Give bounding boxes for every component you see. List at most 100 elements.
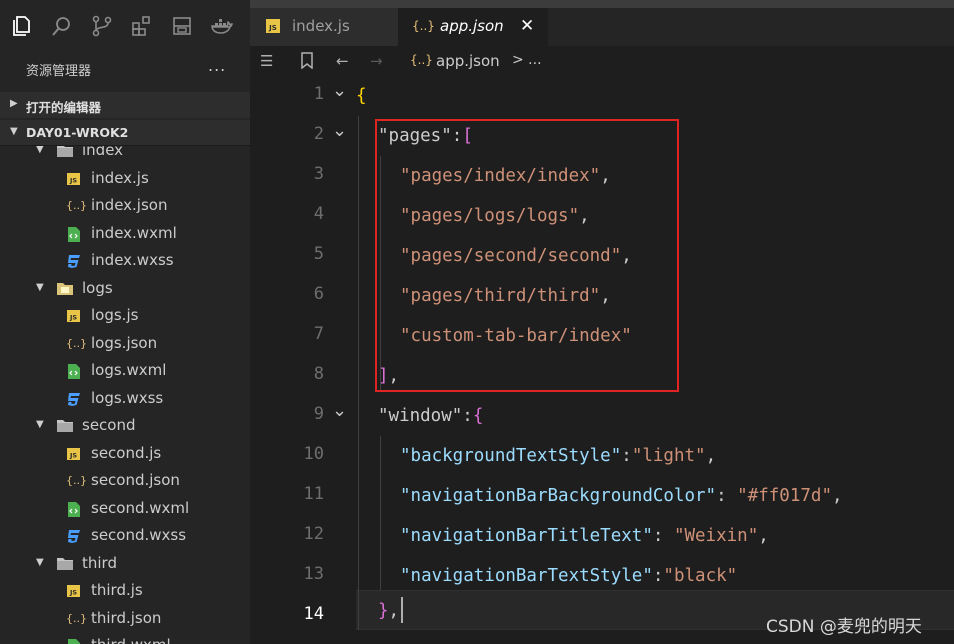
highlight-box — [375, 119, 679, 392]
file-item[interactable]: index.wxml — [0, 221, 250, 248]
tree-item-label: index.js — [91, 168, 149, 187]
json-file-icon: {..} — [412, 19, 435, 33]
wxss-file-icon — [66, 253, 83, 270]
source-control-icon[interactable] — [90, 14, 114, 38]
tree-item-label: second — [82, 416, 136, 434]
indent-guide — [380, 436, 381, 590]
tree-item-label: second.wxss — [91, 526, 187, 544]
tree-item-label: third — [82, 553, 117, 572]
wxml-file-icon — [66, 501, 83, 518]
breadcrumb-file[interactable]: app.json — [436, 52, 500, 70]
folder-icon — [56, 146, 73, 160]
js-file-icon: JS — [66, 446, 83, 463]
tree-item-label: index.wxml — [91, 223, 177, 242]
tab-app-json[interactable]: {..} app.json ✕ — [398, 8, 548, 46]
folder-item[interactable]: ▼ index — [0, 146, 250, 165]
tab-label: app.json — [440, 17, 504, 35]
more-actions-button[interactable]: ... — [208, 56, 226, 75]
file-item[interactable]: index.wxss — [0, 248, 250, 275]
chevron-down-icon: ▼ — [36, 146, 44, 155]
line-number: 5 — [313, 244, 324, 264]
code-line-9: "window":{ — [378, 406, 484, 426]
file-item[interactable]: JS logs.js — [0, 303, 250, 330]
tab-label: index.js — [292, 17, 350, 35]
tree-item-label: index — [82, 146, 124, 159]
line-number: 7 — [313, 324, 324, 344]
project-section[interactable]: ▼ DAY01-WROK2 — [0, 120, 250, 146]
line-number: 3 — [313, 164, 324, 184]
open-editors-section[interactable]: ▶ 打开的编辑器 — [0, 92, 250, 118]
explorer-sidebar: 资源管理器 ... ▶ 打开的编辑器 ▼ DAY01-WROK2 ▼ index J… — [0, 0, 250, 644]
tree-item-label: second.js — [91, 443, 162, 462]
file-item[interactable]: {..} index.json — [0, 193, 250, 220]
chevron-down-icon: ▼ — [36, 281, 44, 293]
folder-icon — [56, 418, 73, 435]
line-number-gutter: 1 2 3 4 5 6 7 8 9 10 11 12 13 14 ⌄ ⌄ ⌄ — [250, 76, 356, 644]
tree-item-label: third.js — [91, 581, 143, 599]
folder-item[interactable]: ▼ third — [0, 551, 250, 578]
fold-chevron-icon[interactable]: ⌄ — [332, 80, 347, 101]
code-line-12: "navigationBarTitleText": "Weixin", — [400, 526, 769, 546]
text-cursor — [401, 597, 403, 623]
js-file-icon: JS — [66, 308, 83, 325]
folder-item[interactable]: ▼ second — [0, 413, 250, 440]
tab-index-js[interactable]: JS index.js — [250, 8, 398, 46]
line-number: 12 — [303, 524, 324, 544]
list-icon[interactable]: ☰ — [260, 52, 273, 70]
chevron-down-icon: ▼ — [36, 556, 44, 568]
file-item[interactable]: second.wxml — [0, 496, 250, 523]
folder-item[interactable]: ▼ logs — [0, 276, 250, 303]
file-item[interactable]: JS third.js — [0, 578, 250, 605]
back-arrow-icon[interactable]: ← — [336, 52, 349, 70]
file-item[interactable]: {..} third.json — [0, 606, 250, 633]
wxml-file-icon — [66, 363, 83, 380]
code-editor[interactable]: { "pages":[ "pages/index/index", "pages/… — [356, 76, 954, 644]
line-number: 8 — [313, 364, 324, 384]
js-file-icon: JS — [266, 19, 280, 37]
file-item[interactable]: JS second.js — [0, 441, 250, 468]
code-line-1: { — [356, 86, 367, 106]
svg-text:JS: JS — [69, 314, 77, 322]
file-item[interactable]: logs.wxml — [0, 358, 250, 385]
file-item[interactable]: third.wxml — [0, 633, 250, 644]
json-file-icon: {..} — [410, 53, 433, 67]
close-icon[interactable]: ✕ — [520, 16, 534, 36]
chevron-down-icon: ▼ — [10, 126, 18, 137]
line-number: 14 — [303, 604, 324, 624]
wxml-file-icon — [66, 226, 83, 243]
tree-item-label: logs.js — [91, 306, 139, 324]
svg-text:JS: JS — [268, 24, 277, 32]
explorer-icon[interactable] — [10, 14, 34, 38]
svg-text:JS: JS — [69, 176, 77, 184]
breadcrumb: ☰ ← → {..} app.json > ... — [250, 46, 954, 76]
code-line-11: "navigationBarBackgroundColor": "#ff017d… — [400, 486, 843, 506]
breadcrumb-more[interactable]: > ... — [512, 52, 542, 68]
docker-icon[interactable] — [210, 14, 234, 38]
wxml-file-icon — [66, 638, 83, 644]
project-label: DAY01-WROK2 — [26, 125, 129, 140]
bookmark-icon[interactable] — [300, 52, 314, 73]
js-file-icon: JS — [66, 583, 83, 600]
tree-item-label: third.json — [91, 608, 162, 627]
chevron-right-icon: ▶ — [10, 98, 18, 109]
code-line-10: "backgroundTextStyle":"light", — [400, 446, 717, 466]
fold-chevron-icon[interactable]: ⌄ — [332, 120, 347, 141]
line-number: 11 — [303, 484, 324, 504]
js-file-icon: JS — [66, 171, 83, 188]
file-item[interactable]: second.wxss — [0, 523, 250, 550]
preview-icon[interactable] — [170, 14, 194, 38]
fold-chevron-icon[interactable]: ⌄ — [332, 400, 347, 421]
file-item[interactable]: JS index.js — [0, 166, 250, 193]
file-item[interactable]: {..} second.json — [0, 468, 250, 495]
tree-item-label: logs.json — [91, 333, 158, 352]
line-number: 4 — [313, 204, 324, 224]
search-icon[interactable] — [50, 14, 74, 38]
folder-icon — [56, 556, 73, 573]
file-item[interactable]: {..} logs.json — [0, 331, 250, 358]
json-file-icon: {..} — [66, 474, 87, 487]
forward-arrow-icon[interactable]: → — [370, 52, 383, 70]
code-line-13: "navigationBarTextStyle":"black" — [400, 566, 738, 586]
extensions-icon[interactable] — [130, 14, 154, 38]
svg-text:JS: JS — [69, 451, 77, 459]
file-item[interactable]: logs.wxss — [0, 386, 250, 413]
